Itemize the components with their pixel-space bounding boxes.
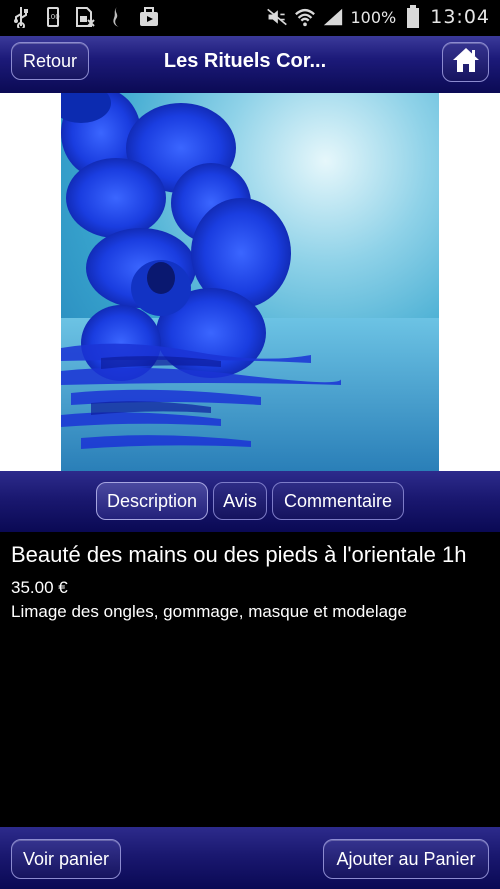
header-bar: Retour Les Rituels Cor... (0, 36, 500, 94)
mute-icon (266, 6, 288, 28)
status-bar: 100 100% 13:04 (0, 0, 500, 36)
page-title: Les Rituels Cor... (163, 50, 327, 72)
bag-icon (138, 6, 160, 28)
tab-description[interactable]: Description (96, 482, 208, 520)
usb-icon (10, 6, 32, 28)
add-to-cart-button[interactable]: Ajouter au Panier (323, 839, 489, 879)
battery-small-label: 100 (46, 7, 60, 27)
home-icon (451, 46, 481, 79)
flame-icon (106, 6, 128, 28)
product-image-area (0, 93, 500, 471)
product-details: Beauté des mains ou des pieds à l'orient… (11, 540, 491, 622)
product-image (61, 93, 439, 471)
back-button[interactable]: Retour (11, 42, 89, 80)
product-price: 35.00 € (11, 578, 68, 597)
product-title: Beauté des mains ou des pieds à l'orient… (11, 542, 467, 567)
tab-avis[interactable]: Avis (213, 482, 267, 520)
tab-commentaire[interactable]: Commentaire (272, 482, 404, 520)
battery-icon: 100 (42, 6, 64, 28)
tab-bar: Description Avis Commentaire (0, 471, 500, 532)
wifi-icon (294, 6, 316, 28)
clock: 13:04 (430, 6, 490, 28)
footer-bar: Voir panier Ajouter au Panier (0, 827, 500, 889)
sim-card-icon (74, 6, 96, 28)
battery-percent: 100% (350, 7, 397, 27)
view-cart-button[interactable]: Voir panier (11, 839, 121, 879)
battery-level-icon (402, 5, 424, 28)
product-description: Limage des ongles, gommage, masque et mo… (11, 602, 407, 621)
signal-icon (322, 6, 344, 28)
home-button[interactable] (442, 42, 489, 82)
